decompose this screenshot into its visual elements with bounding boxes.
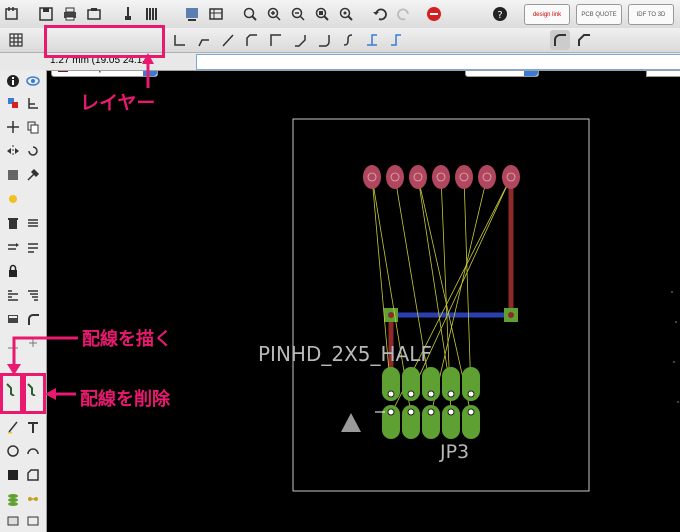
help-icon[interactable]: ? <box>490 4 510 24</box>
part-ref-label: JP3 <box>440 441 470 463</box>
bend-style-1-icon[interactable] <box>194 30 214 50</box>
stop-icon[interactable] <box>424 4 444 24</box>
delete-arrow-icon <box>45 388 76 400</box>
part-name-label: PINHD_2X5_HALF <box>258 342 432 366</box>
design-link-button[interactable]: design link <box>524 4 570 25</box>
library-icon[interactable] <box>142 4 162 24</box>
pcb-quote-label: PCB QUOTE <box>581 11 617 18</box>
rotate-icon[interactable] <box>24 142 42 160</box>
lock-icon[interactable] <box>4 262 22 280</box>
split-icon[interactable] <box>4 286 22 304</box>
optimize-icon[interactable] <box>24 286 42 304</box>
idf-to-3d-label: IDF TO 3D <box>636 11 666 18</box>
signal-icon[interactable] <box>24 490 42 508</box>
rect-icon[interactable] <box>4 466 22 484</box>
layer-annotation: レイヤー <box>80 92 156 114</box>
bend-style-5-icon[interactable] <box>290 30 310 50</box>
command-line-input[interactable] <box>196 54 680 70</box>
origin-triangle <box>341 413 361 432</box>
miter-corner-icon[interactable] <box>574 30 594 50</box>
display-layers-icon[interactable] <box>4 94 22 112</box>
bend-style-2-icon[interactable] <box>218 30 238 50</box>
delete-annotation: 配線を削除 <box>80 389 170 410</box>
bend-style-8-icon[interactable] <box>362 30 382 50</box>
replace-icon[interactable] <box>4 238 22 256</box>
zoom-redraw-icon[interactable] <box>336 4 356 24</box>
round-corner-icon[interactable] <box>550 30 570 50</box>
ulp-icon[interactable] <box>182 4 202 24</box>
mark-icon[interactable] <box>24 94 42 112</box>
bend-style-7-icon[interactable] <box>338 30 358 50</box>
delete-icon[interactable] <box>4 214 22 232</box>
arc-icon[interactable] <box>24 442 42 460</box>
name-icon[interactable] <box>24 238 42 256</box>
zoom-in-icon[interactable] <box>264 4 284 24</box>
edge-artifacts <box>671 291 679 403</box>
grid-icon[interactable] <box>6 30 26 50</box>
tool-sidebar <box>0 70 47 532</box>
open-icon[interactable] <box>2 4 22 24</box>
cam-icon[interactable] <box>84 4 104 24</box>
bend-style-6-icon[interactable] <box>314 30 334 50</box>
print-icon[interactable] <box>60 4 80 24</box>
show-icon[interactable] <box>24 72 42 90</box>
draw-arrow-icon <box>7 336 78 375</box>
info-icon[interactable] <box>4 72 22 90</box>
pcb-quote-button[interactable]: PCB QUOTE <box>576 4 622 25</box>
attribute-icon[interactable] <box>24 512 42 530</box>
mirror-icon[interactable] <box>4 142 22 160</box>
paste-icon[interactable] <box>4 190 22 208</box>
zoom-out-icon[interactable] <box>288 4 308 24</box>
redo-icon[interactable] <box>394 4 414 24</box>
idf-to-3d-button[interactable]: IDF TO 3D <box>628 4 674 25</box>
polygon-icon[interactable] <box>24 466 42 484</box>
svg-text:?: ? <box>497 10 502 21</box>
header-pads <box>363 165 520 189</box>
design-link-label: design link <box>532 11 562 18</box>
save-icon[interactable] <box>36 4 56 24</box>
via-icon[interactable] <box>4 490 22 508</box>
copy-icon[interactable] <box>24 118 42 136</box>
wire-icon[interactable] <box>4 418 22 436</box>
via-drill <box>388 312 394 318</box>
ripup-highlight-box <box>20 373 46 414</box>
zoom-fit-icon[interactable] <box>240 4 260 24</box>
add-icon[interactable] <box>24 214 42 232</box>
draw-annotation: 配線を描く <box>82 329 172 350</box>
pcb-canvas[interactable] <box>47 71 680 532</box>
layer-arrow-icon <box>142 53 154 88</box>
circle-icon[interactable] <box>4 442 22 460</box>
bend-style-3-icon[interactable] <box>242 30 262 50</box>
move-icon[interactable] <box>4 118 22 136</box>
group-icon[interactable] <box>4 166 22 184</box>
change-icon[interactable] <box>24 166 42 184</box>
via-drill <box>508 312 514 318</box>
bend-style-4-icon[interactable] <box>266 30 286 50</box>
hole-icon[interactable] <box>4 512 22 530</box>
text-icon[interactable] <box>24 418 42 436</box>
board-icon[interactable] <box>206 4 226 24</box>
bend-style-0-icon[interactable] <box>170 30 190 50</box>
zoom-select-icon[interactable] <box>312 4 332 24</box>
undo-icon[interactable] <box>370 4 390 24</box>
bend-style-9-icon[interactable] <box>386 30 406 50</box>
script-icon[interactable] <box>118 4 138 24</box>
